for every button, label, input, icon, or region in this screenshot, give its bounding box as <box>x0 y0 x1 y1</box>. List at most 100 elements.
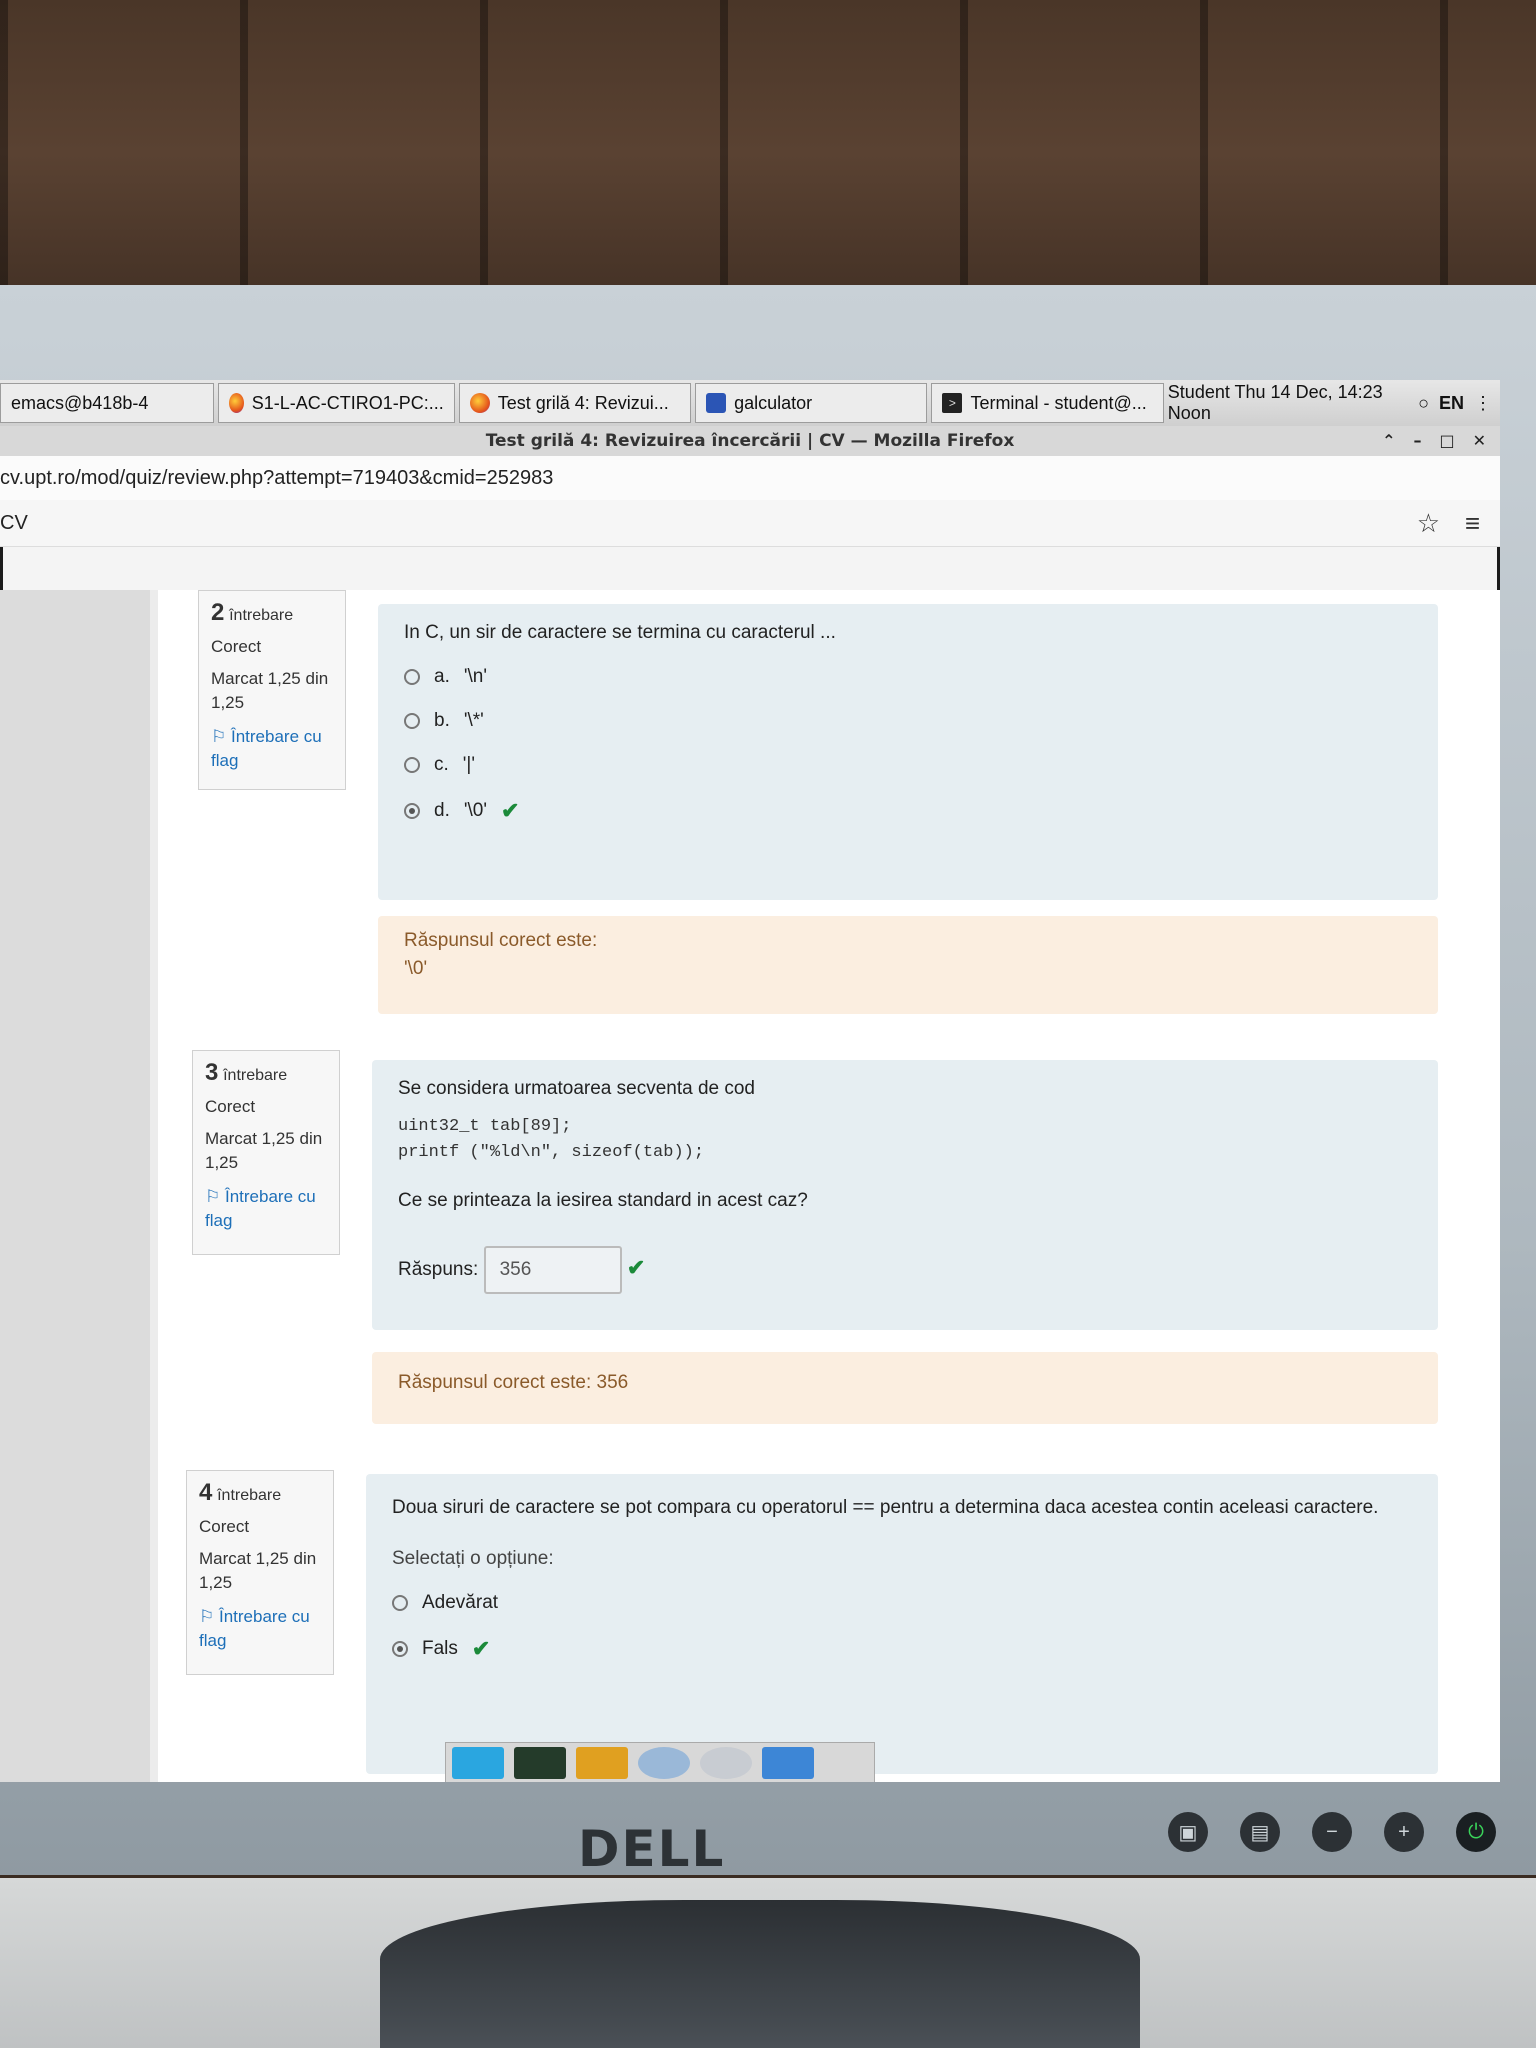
minus-icon[interactable]: − <box>1312 1812 1352 1852</box>
plus-icon[interactable]: + <box>1384 1812 1424 1852</box>
feedback-value: '\0' <box>404 958 428 979</box>
question-grade: Marcat 1,25 din 1,25 <box>199 1549 317 1592</box>
option-letter: d. <box>434 800 450 821</box>
question-word: întrebare <box>223 1067 288 1084</box>
os-taskbar: emacs@b418b-4 S1-L-AC-CTIRO1-PC:... Test… <box>0 380 1500 427</box>
window-title: Test grilă 4: Revizuirea încercării | CV… <box>485 431 1015 451</box>
quiz-review-page: 2 întrebare Corect Marcat 1,25 din 1,25 … <box>0 590 1500 1782</box>
flag-question-link[interactable]: ⚐ Întrebare cu flag <box>205 1185 327 1233</box>
desktop-icon[interactable] <box>452 1747 504 1779</box>
question-number: 2 <box>211 599 225 626</box>
question-number: 4 <box>199 1479 213 1506</box>
task-label: Terminal - student@... <box>970 392 1147 413</box>
question-grade: Marcat 1,25 din 1,25 <box>211 669 329 712</box>
file-manager-icon[interactable] <box>576 1747 628 1779</box>
radio-button[interactable] <box>404 713 420 729</box>
flag-label: Întrebare cu flag <box>205 1187 316 1230</box>
question-text: In C, un sir de caractere se termina cu … <box>404 622 836 643</box>
answer-option[interactable]: a. '\n' <box>404 666 1412 688</box>
task-label: emacs@b418b-4 <box>11 392 149 413</box>
select-label: Selectați o opțiune: <box>392 1548 554 1569</box>
keyboard-layout[interactable]: EN <box>1439 393 1464 414</box>
option-text: '|' <box>462 754 475 775</box>
maximize-icon[interactable]: □ <box>1439 426 1454 456</box>
question-formulation: Se considera urmatoarea secventa de cod … <box>372 1060 1438 1330</box>
option-text: '\n' <box>463 666 487 687</box>
question-state: Corect <box>205 1097 256 1116</box>
question-formulation: Doua siruri de caractere se pot compara … <box>366 1474 1438 1774</box>
task-label: galculator <box>734 392 813 413</box>
hamburger-menu-icon[interactable]: ≡ <box>1465 508 1480 539</box>
monitor-screen: emacs@b418b-4 S1-L-AC-CTIRO1-PC:... Test… <box>0 380 1500 1782</box>
terminal-icon[interactable] <box>514 1747 566 1779</box>
left-sidebar <box>0 590 150 1782</box>
correct-answer-feedback: Răspunsul corect este: '\0' <box>378 916 1438 1014</box>
question-info: 2 întrebare Corect Marcat 1,25 din 1,25 … <box>198 590 346 790</box>
question-state: Corect <box>199 1517 250 1536</box>
task-terminal[interactable]: > Terminal - student@... <box>931 383 1164 423</box>
question-prompt: Ce se printeaza la iesirea standard in a… <box>398 1190 808 1211</box>
menu-icon[interactable]: ▤ <box>1240 1812 1280 1852</box>
browser-toolbar: CV ☆ ≡ <box>0 500 1500 547</box>
code-block: uint32_t tab[89]; printf ("%ld\n", sizeof… <box>398 1114 1412 1166</box>
input-source-icon[interactable]: ▣ <box>1168 1812 1208 1852</box>
flag-label: Întrebare cu flag <box>211 727 322 770</box>
firefox-icon <box>469 393 490 413</box>
system-tray: Student Thu 14 Dec, 14:23 Noon ○ EN ⋮ <box>1168 382 1500 424</box>
clock[interactable]: Student Thu 14 Dec, 14:23 Noon <box>1168 382 1408 424</box>
task-firefox-1[interactable]: S1-L-AC-CTIRO1-PC:... <box>217 383 455 423</box>
radio-button-selected[interactable] <box>392 1641 408 1657</box>
minimize-icon[interactable]: – <box>1413 426 1421 456</box>
terminal-icon: > <box>942 393 963 413</box>
dell-logo: DELL <box>578 1820 726 1878</box>
checkmark-icon: ✔ <box>471 1636 491 1661</box>
checkmark-icon: ✔ <box>500 798 520 823</box>
option-text: '\0' <box>463 800 487 821</box>
answer-option[interactable]: b. '\*' <box>404 710 1412 732</box>
task-firefox-2[interactable]: Test grilă 4: Revizui... <box>458 383 692 423</box>
power-icon[interactable]: ⏻ <box>1456 1812 1496 1852</box>
question-info: 4 întrebare Corect Marcat 1,25 din 1,25 … <box>186 1470 334 1675</box>
option-letter: c. <box>434 754 449 775</box>
feedback-title: Răspunsul corect este: <box>404 930 598 951</box>
option-text: Fals <box>422 1638 458 1659</box>
search-icon[interactable] <box>700 1747 752 1779</box>
radio-button[interactable] <box>392 1595 408 1611</box>
answer-option[interactable]: d. '\0' ✔ <box>404 798 1412 824</box>
task-label: S1-L-AC-CTIRO1-PC:... <box>251 392 444 413</box>
monitor-stand <box>380 1900 1140 2048</box>
close-icon[interactable]: ✕ <box>1473 426 1486 456</box>
correct-answer-feedback: Răspunsul corect este: 356 <box>372 1352 1438 1424</box>
answer-option[interactable]: Fals ✔ <box>392 1636 1412 1662</box>
answer-option[interactable]: c. '|' <box>404 754 1412 776</box>
site-label[interactable]: CV <box>0 512 28 535</box>
calculator-icon <box>706 393 727 413</box>
radio-button[interactable] <box>404 669 420 685</box>
network-icon[interactable]: ○ <box>1418 393 1429 414</box>
flag-question-link[interactable]: ⚐ Întrebare cu flag <box>199 1605 321 1653</box>
bookmark-star-icon[interactable]: ☆ <box>1417 508 1440 539</box>
caret-up-icon[interactable]: ⌃ <box>1382 426 1395 456</box>
flag-icon: ⚐ <box>211 727 227 746</box>
question-formulation: In C, un sir de caractere se termina cu … <box>378 604 1438 900</box>
option-text: '\*' <box>463 710 484 731</box>
flag-question-link[interactable]: ⚐ Întrebare cu flag <box>211 725 333 773</box>
answer-option[interactable]: Adevărat <box>392 1592 1412 1614</box>
code-line: printf ("%ld\n", sizeof(tab)); <box>398 1143 705 1162</box>
folder-icon[interactable] <box>762 1747 814 1779</box>
task-emacs[interactable]: emacs@b418b-4 <box>0 383 214 423</box>
option-text: Adevărat <box>422 1592 499 1613</box>
answer-input[interactable]: 356 <box>483 1246 622 1294</box>
radio-button[interactable] <box>404 757 420 773</box>
radio-button-selected[interactable] <box>404 803 420 819</box>
answer-row: Răspuns: 356 ✔ <box>398 1246 1412 1294</box>
address-bar[interactable]: cv.upt.ro/mod/quiz/review.php?attempt=71… <box>0 456 1500 501</box>
feedback-text: Răspunsul corect este: 356 <box>398 1372 629 1393</box>
window-controls: ⌃ – □ ✕ <box>1382 426 1486 456</box>
question-grade: Marcat 1,25 din 1,25 <box>205 1129 323 1172</box>
question-info: 3 întrebare Corect Marcat 1,25 din 1,25 … <box>192 1050 340 1255</box>
question-state: Corect <box>211 637 262 656</box>
browser-icon[interactable] <box>638 1747 690 1779</box>
task-galculator[interactable]: galculator <box>695 383 928 423</box>
question-text: Doua siruri de caractere se pot compara … <box>392 1497 1379 1518</box>
